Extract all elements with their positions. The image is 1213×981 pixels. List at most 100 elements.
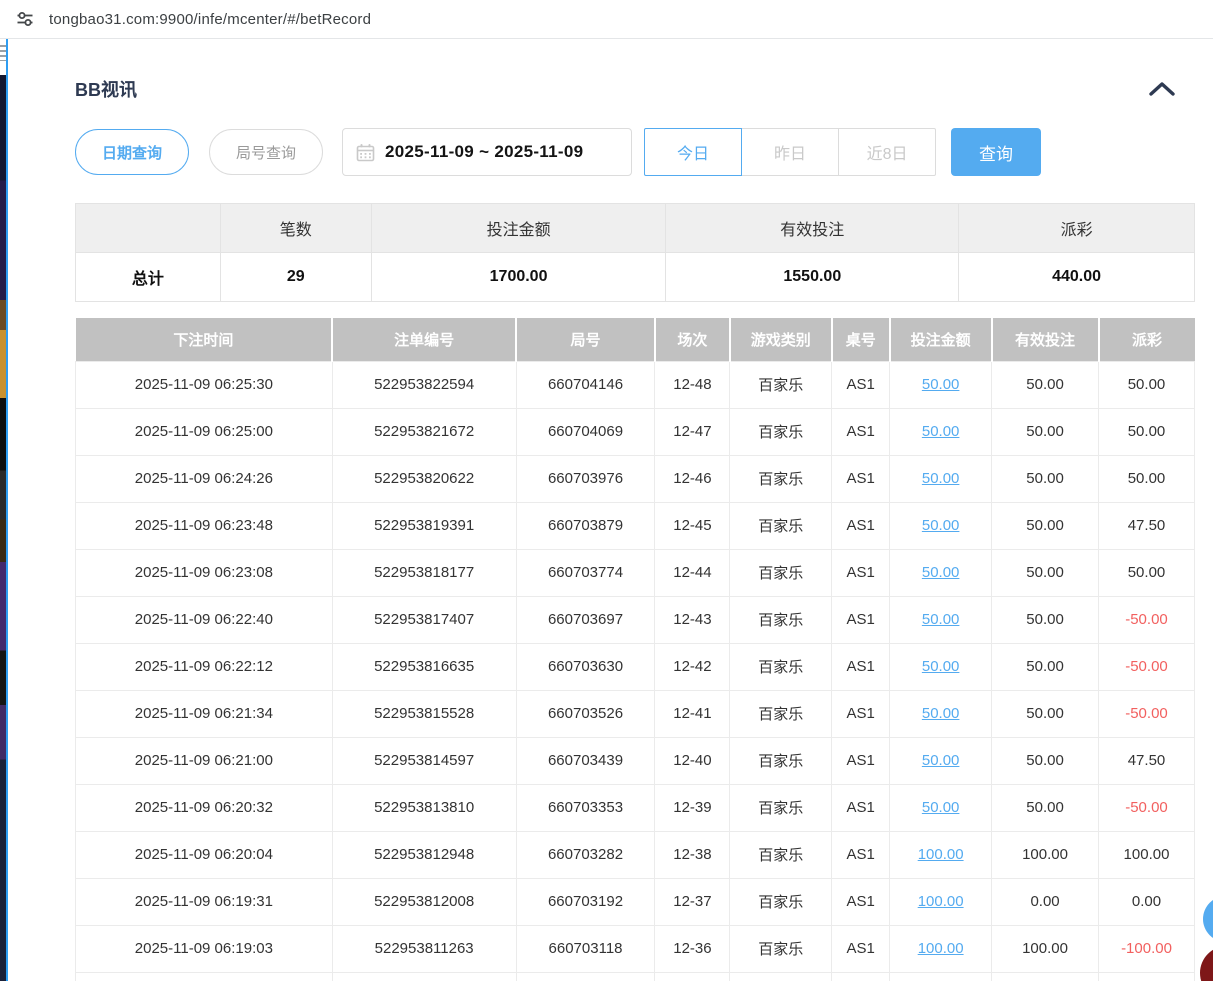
- bet-id: 522953820622: [374, 470, 474, 487]
- payout-value: -50.00: [1125, 799, 1168, 816]
- round-id: 660703630: [548, 658, 623, 675]
- summary-header-bet-amount: 投注金额: [371, 204, 666, 253]
- payout-value: -50.00: [1125, 611, 1168, 628]
- session: 12-41: [673, 705, 711, 722]
- summary-header-valid-bet: 有效投注: [666, 204, 959, 253]
- bet-record-table: 下注时间 注单编号 局号 场次 游戏类别 桌号 投注金额 有效投注 派彩 202…: [75, 318, 1195, 981]
- bet-id: 522953816635: [374, 658, 474, 675]
- game-type: 百家乐: [758, 612, 803, 629]
- game-type: 百家乐: [758, 471, 803, 488]
- table-no: AS1: [847, 893, 875, 910]
- header-session: 场次: [655, 318, 730, 361]
- bet-time: 2025-11-09 06:19:31: [135, 893, 273, 910]
- bet-amount-link[interactable]: 50.00: [922, 564, 960, 581]
- summary-total-bet-amount: 1700.00: [371, 253, 666, 302]
- bet-id: 522953812948: [374, 846, 474, 863]
- bet-id: 522953813810: [374, 799, 474, 816]
- session: 12-46: [673, 470, 711, 487]
- section-title: BB视讯: [75, 76, 137, 102]
- bet-amount-link[interactable]: 100.00: [918, 846, 964, 863]
- date-range-value: 2025-11-09 ~ 2025-11-09: [385, 142, 583, 162]
- table-no: AS1: [847, 611, 875, 628]
- game-type: 百家乐: [758, 659, 803, 676]
- payout-value: 50.00: [1128, 376, 1166, 393]
- range-yesterday-button[interactable]: 昨日: [741, 128, 839, 176]
- header-payout: 派彩: [1099, 318, 1195, 361]
- game-type: 百家乐: [758, 565, 803, 582]
- payout-value: 50.00: [1128, 470, 1166, 487]
- round-id: 660703118: [549, 940, 623, 957]
- table-no: AS1: [847, 846, 875, 863]
- header-table-no: 桌号: [832, 318, 890, 361]
- round-id: 660703282: [548, 846, 623, 863]
- bet-id: 522953818177: [374, 564, 474, 581]
- round-id: 660703439: [548, 752, 623, 769]
- bet-time: 2025-11-09 06:22:12: [135, 658, 273, 675]
- session: 12-44: [673, 564, 711, 581]
- table-row: 2025-11-09 06:23:08 522953818177 6607037…: [76, 549, 1195, 596]
- bet-time: 2025-11-09 06:23:08: [135, 564, 273, 581]
- payout-value: -100.00: [1121, 940, 1172, 957]
- table-row: 2025-11-09 06:22:40 522953817407 6607036…: [76, 596, 1195, 643]
- bet-time: 2025-11-09 06:22:40: [135, 611, 273, 628]
- payout-value: -50.00: [1125, 658, 1168, 675]
- bet-id: 522953817407: [374, 611, 474, 628]
- round-id: 660703526: [548, 705, 623, 722]
- browser-address-bar[interactable]: tongbao31.com:9900/infe/mcenter/#/betRec…: [0, 0, 1213, 39]
- game-type: 百家乐: [758, 800, 803, 817]
- table-row: 2025-11-09 06:19:31 522953812008 6607031…: [76, 878, 1195, 925]
- game-type: 百家乐: [758, 941, 803, 958]
- site-settings-icon[interactable]: [14, 8, 36, 30]
- session: 12-39: [673, 799, 711, 816]
- bet-record-panel: BB视讯 日期查询 局号查询: [8, 40, 1213, 981]
- summary-total-count: 29: [220, 253, 371, 302]
- bet-time: 2025-11-09 06:25:00: [135, 423, 273, 440]
- summary-header-count: 笔数: [220, 204, 371, 253]
- table-no: AS1: [847, 752, 875, 769]
- date-range-picker[interactable]: 2025-11-09 ~ 2025-11-09: [342, 128, 632, 176]
- summary-total-valid-bet: 1550.00: [666, 253, 959, 302]
- round-id: 660704069: [548, 423, 623, 440]
- valid-bet: 50.00: [1026, 658, 1064, 675]
- bet-time: 2025-11-09 06:19:03: [135, 940, 273, 957]
- table-row: 2025-11-09 06:23:48 522953819391 6607038…: [76, 502, 1195, 549]
- collapse-chevron-up-icon[interactable]: [1147, 79, 1177, 99]
- game-type: 百家乐: [758, 424, 803, 441]
- url-text: tongbao31.com:9900/infe/mcenter/#/betRec…: [49, 11, 371, 28]
- round-id: 660703697: [548, 611, 623, 628]
- round-id: 660703774: [548, 564, 623, 581]
- bet-amount-link[interactable]: 50.00: [922, 470, 960, 487]
- valid-bet: 0.00: [1030, 893, 1059, 910]
- search-button[interactable]: 查询: [951, 128, 1041, 176]
- bet-amount-link[interactable]: 50.00: [922, 658, 960, 675]
- game-type: 百家乐: [758, 518, 803, 535]
- bet-amount-link[interactable]: 50.00: [922, 705, 960, 722]
- table-no: AS1: [847, 470, 875, 487]
- bet-amount-link[interactable]: 100.00: [918, 940, 964, 957]
- bet-amount-link[interactable]: 50.00: [922, 423, 960, 440]
- game-type: 百家乐: [758, 753, 803, 770]
- round-query-tab[interactable]: 局号查询: [209, 129, 323, 175]
- bet-amount-link[interactable]: 50.00: [922, 752, 960, 769]
- date-query-tab[interactable]: 日期查询: [75, 129, 189, 175]
- session: 12-42: [673, 658, 711, 675]
- payout-value: 47.50: [1128, 517, 1166, 534]
- range-last8days-button[interactable]: 近8日: [838, 128, 936, 176]
- bet-amount-link[interactable]: 50.00: [922, 799, 960, 816]
- table-no: AS1: [847, 517, 875, 534]
- table-row: 2025-11-09 06:24:26 522953820622 6607039…: [76, 455, 1195, 502]
- table-no: AS1: [847, 564, 875, 581]
- game-type: 百家乐: [758, 894, 803, 911]
- range-today-button[interactable]: 今日: [644, 128, 742, 176]
- quick-range-group: 今日 昨日 近8日: [644, 128, 936, 176]
- bet-amount-link[interactable]: 50.00: [922, 611, 960, 628]
- valid-bet: 50.00: [1026, 470, 1064, 487]
- table-no: AS1: [847, 658, 875, 675]
- bet-amount-link[interactable]: 100.00: [918, 893, 964, 910]
- bet-amount-link[interactable]: 50.00: [922, 517, 960, 534]
- table-no: AS1: [847, 376, 875, 393]
- bet-amount-link[interactable]: 50.00: [922, 376, 960, 393]
- table-no: AS1: [847, 799, 875, 816]
- summary-total-label: 总计: [76, 253, 221, 302]
- round-id: 660703976: [548, 470, 623, 487]
